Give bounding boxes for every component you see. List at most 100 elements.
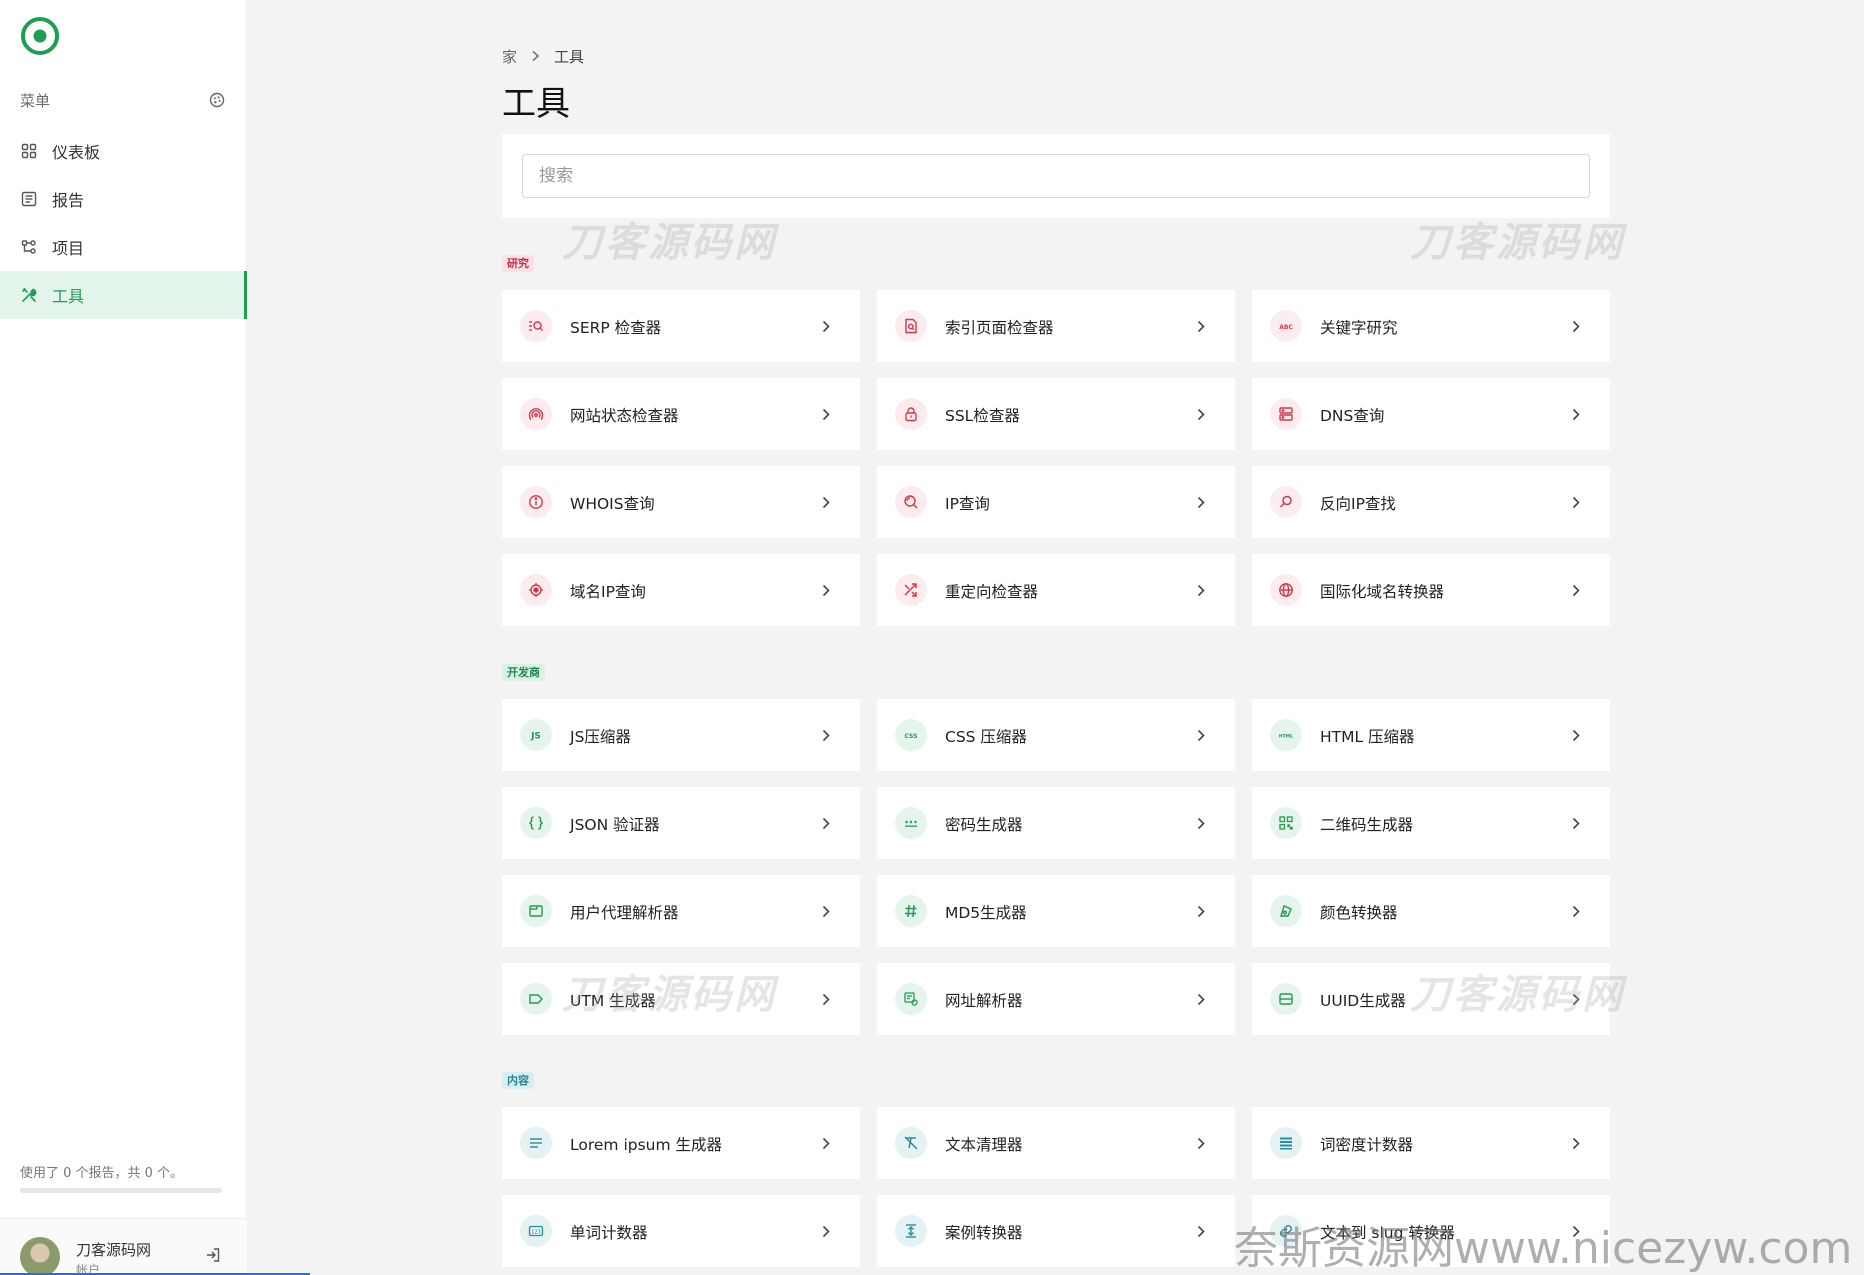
globe-icon	[1270, 574, 1302, 606]
usage-text: 使用了 0 个报告，共 0 个。	[20, 1166, 184, 1181]
tool-label: IP查询	[945, 495, 990, 513]
tool-label: 索引页面检查器	[945, 319, 1054, 337]
svg-text:123: 123	[531, 1229, 541, 1235]
tool-label: UUID生成器	[1320, 992, 1406, 1010]
tool-keyword-research[interactable]: ABC 关键字研究	[1252, 290, 1610, 362]
user-panel[interactable]: 刀客源码网 帐户	[0, 1218, 247, 1275]
sidebar-item-projects[interactable]: 项目	[0, 223, 247, 271]
theme-toggle-icon[interactable]	[209, 92, 225, 108]
id-card-icon	[1270, 983, 1302, 1015]
tool-label: HTML 压缩器	[1320, 728, 1415, 746]
url-icon	[895, 983, 927, 1015]
tool-domain-ip-lookup[interactable]: 域名IP查询	[502, 554, 860, 626]
chevron-right-icon	[822, 406, 830, 425]
sidebar-item-reports[interactable]: 报告	[0, 175, 247, 223]
sidebar-item-label: 工具	[52, 287, 85, 306]
breadcrumb-current: 工具	[554, 48, 585, 66]
server-icon	[1270, 398, 1302, 430]
tool-label: WHOIS查询	[570, 495, 655, 513]
chevron-right-icon	[1197, 582, 1205, 601]
tool-json-validator[interactable]: JSON 验证器	[502, 787, 860, 859]
app-logo[interactable]	[19, 15, 61, 57]
watermark-text: 刀客源码网	[1410, 972, 1625, 1018]
chevron-right-icon	[1572, 318, 1580, 337]
tool-label: 案例转换器	[945, 1224, 1023, 1242]
tool-word-density-counter[interactable]: 词密度计数器	[1252, 1107, 1610, 1179]
usage-progress-bar	[20, 1188, 222, 1193]
sidebar-nav: 仪表板 报告 项目 工具	[0, 127, 247, 319]
sidebar-item-label: 项目	[52, 239, 85, 258]
user-name: 刀客源码网	[76, 1241, 152, 1259]
section-badge-content: 内容	[502, 1072, 534, 1089]
lock-icon	[895, 398, 927, 430]
tool-idn-converter[interactable]: 国际化域名转换器	[1252, 554, 1610, 626]
chevron-right-icon	[822, 582, 830, 601]
tool-label: CSS 压缩器	[945, 728, 1027, 746]
watermark-text: 刀客源码网	[562, 220, 777, 266]
tool-index-page-checker[interactable]: 索引页面检查器	[877, 290, 1235, 362]
tool-word-counter[interactable]: 123 单词计数器	[502, 1195, 860, 1267]
abc-icon: ABC	[1270, 310, 1302, 342]
chevron-right-icon	[822, 903, 830, 922]
tool-text-cleaner[interactable]: 文本清理器	[877, 1107, 1235, 1179]
project-icon	[20, 238, 38, 256]
sidebar-item-tools[interactable]: 工具	[0, 271, 247, 319]
tool-ssl-checker[interactable]: SSL检查器	[877, 378, 1235, 450]
sidebar-item-dashboard[interactable]: 仪表板	[0, 127, 247, 175]
tool-redirect-checker[interactable]: 重定向检查器	[877, 554, 1235, 626]
tool-label: JSON 验证器	[570, 816, 660, 834]
tool-whois-lookup[interactable]: WHOIS查询	[502, 466, 860, 538]
search-input[interactable]	[522, 154, 1590, 198]
chevron-right-icon	[1197, 815, 1205, 834]
html-icon: HTML	[1270, 719, 1302, 751]
breadcrumb-home[interactable]: 家	[502, 46, 517, 67]
tool-label: 域名IP查询	[570, 583, 646, 601]
tool-lorem-ipsum-generator[interactable]: Lorem ipsum 生成器	[502, 1107, 860, 1179]
tool-js-minifier[interactable]: JS JS压缩器	[502, 699, 860, 771]
footer-watermark: 奈斯资源网www.nicezyw.com	[1234, 1223, 1853, 1274]
tool-password-generator[interactable]: 密码生成器	[877, 787, 1235, 859]
breadcrumb: 家 工具	[502, 46, 584, 67]
sidebar: 菜单 仪表板 报告 项目 工具 使用了 0 个报告，共 0 个。 刀客源码网 帐…	[0, 0, 247, 1275]
tool-color-converter[interactable]: 颜色转换器	[1252, 875, 1610, 947]
section-badge-developer: 开发商	[502, 664, 545, 681]
signal-icon	[520, 398, 552, 430]
avatar[interactable]	[20, 1237, 60, 1275]
tool-user-agent-parser[interactable]: 用户代理解析器	[502, 875, 860, 947]
tool-label: 单词计数器	[570, 1224, 648, 1242]
tool-label: 颜色转换器	[1320, 904, 1398, 922]
serp-search-icon	[520, 310, 552, 342]
tool-case-converter[interactable]: 案例转换器	[877, 1195, 1235, 1267]
number-box-icon: 123	[520, 1215, 552, 1247]
tool-reverse-ip-lookup[interactable]: 反向IP查找	[1252, 466, 1610, 538]
text-lines-icon	[520, 1127, 552, 1159]
chevron-right-icon	[1572, 903, 1580, 922]
chevron-right-icon	[1197, 1223, 1205, 1242]
tools-icon	[20, 286, 38, 304]
tool-ip-lookup[interactable]: IP查询	[877, 466, 1235, 538]
tool-website-status-checker[interactable]: 网站状态检查器	[502, 378, 860, 450]
tool-label: 二维码生成器	[1320, 816, 1414, 834]
tool-qr-code-generator[interactable]: 二维码生成器	[1252, 787, 1610, 859]
chevron-right-icon	[1572, 406, 1580, 425]
logout-icon[interactable]	[205, 1247, 221, 1267]
search-icon	[1270, 486, 1302, 518]
shuffle-icon	[895, 574, 927, 606]
tag-icon	[520, 983, 552, 1015]
tool-dns-lookup[interactable]: DNS查询	[1252, 378, 1610, 450]
tool-label: SERP 检查器	[570, 319, 662, 337]
svg-text:JS: JS	[530, 732, 541, 742]
chevron-right-icon	[1197, 406, 1205, 425]
tool-html-minifier[interactable]: HTML HTML 压缩器	[1252, 699, 1610, 771]
chevron-right-icon	[822, 1223, 830, 1242]
svg-text:CSS: CSS	[905, 733, 918, 740]
watermark-text: 刀客源码网	[1410, 220, 1625, 266]
tool-label: 密码生成器	[945, 816, 1023, 834]
chevron-right-icon	[822, 1135, 830, 1154]
tool-url-parser[interactable]: 网址解析器	[877, 963, 1235, 1035]
chevron-right-icon	[1572, 815, 1580, 834]
target-icon	[520, 574, 552, 606]
tool-serp-checker[interactable]: SERP 检查器	[502, 290, 860, 362]
tool-md5-generator[interactable]: MD5生成器	[877, 875, 1235, 947]
tool-css-minifier[interactable]: CSS CSS 压缩器	[877, 699, 1235, 771]
